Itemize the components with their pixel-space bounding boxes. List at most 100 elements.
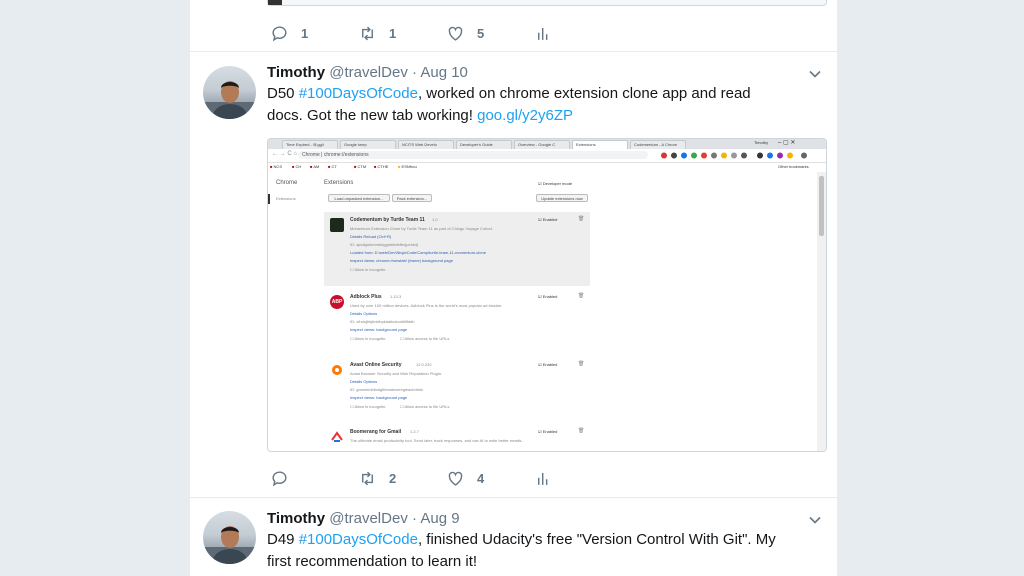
tweet-actions: 2 4 bbox=[270, 468, 830, 488]
extension-name: Avast Online Security bbox=[350, 362, 402, 368]
extension-loaded-from: Loaded from: D:\web\Dev\Ninja\Code\Camp\… bbox=[350, 250, 486, 255]
extension-version: 12.0.232 bbox=[416, 362, 432, 367]
adblock-icon: ABP bbox=[330, 295, 344, 309]
bookmark: ■ CTM bbox=[354, 164, 367, 169]
analytics-button[interactable] bbox=[534, 23, 553, 43]
extension-allow-files: ☐ Allow access to file URLs bbox=[400, 404, 450, 409]
extension-allow-files: ☐ Allow access to file URLs bbox=[400, 336, 450, 341]
trash-icon: 🗑 bbox=[578, 428, 585, 434]
bookmark: ■ NCS bbox=[270, 164, 282, 169]
extension-desc: Momentum Extension Clone by Turtle Team … bbox=[350, 226, 494, 231]
analytics-icon bbox=[538, 472, 548, 485]
avatar-photo bbox=[203, 81, 256, 119]
browser-tab: Google keep bbox=[340, 140, 396, 149]
extension-id: ID: gomekmidlodglbbmalcneegieacbdmki bbox=[350, 387, 423, 392]
extension-id: ID: cfhdojbkjhnklbpkdaibdccddilifddb bbox=[350, 319, 415, 324]
tweet-text: D50 #100DaysOfCode, worked on chrome ext… bbox=[267, 83, 787, 127]
tweet-previous[interactable]: 1 1 5 bbox=[190, 0, 837, 52]
avast-icon bbox=[332, 365, 342, 375]
extension-card: Boomerang for Gmail 1.2.7 The ultimate e… bbox=[324, 427, 590, 451]
trash-icon: 🗑 bbox=[578, 293, 585, 299]
update-extensions-button: Update extensions now bbox=[536, 194, 588, 202]
sidebar-title: Chrome bbox=[276, 180, 298, 186]
reply-button[interactable]: 1 bbox=[270, 23, 308, 43]
tweet-date[interactable]: Aug 9 bbox=[420, 510, 459, 527]
window-controls: – ▢ ✕ bbox=[778, 140, 796, 146]
tweet-actions: 1 1 5 bbox=[270, 23, 830, 43]
author-handle[interactable]: @travelDev bbox=[329, 64, 408, 81]
separator: · bbox=[412, 64, 417, 81]
extension-version: 1.2.7 bbox=[410, 429, 419, 434]
reply-button[interactable] bbox=[270, 468, 301, 488]
extension-enabled: ☑ Enabled bbox=[538, 429, 558, 434]
reply-count: 1 bbox=[301, 25, 309, 41]
browser-tab: Developer's Guide bbox=[456, 140, 512, 149]
tweet-text: D49 #100DaysOfCode, finished Udacity's f… bbox=[267, 529, 787, 573]
trash-icon: 🗑 bbox=[578, 361, 585, 367]
retweet-icon bbox=[362, 471, 373, 485]
url-link[interactable]: goo.gl/y2y6ZP bbox=[477, 107, 573, 124]
extension-allow-incognito: ☐ Allow in incognito bbox=[350, 404, 386, 409]
browser-tab: Codementum - A Chrom bbox=[630, 140, 686, 149]
tweet-media-image[interactable] bbox=[267, 0, 827, 6]
trash-icon: 🗑 bbox=[578, 216, 585, 222]
tweet-text-start: D49 bbox=[267, 531, 299, 548]
extension-name: Adblock Plus bbox=[350, 294, 382, 300]
heart-icon bbox=[448, 26, 463, 41]
extension-desc: The ultimate email productivity tool. Se… bbox=[350, 438, 523, 443]
heart-icon bbox=[448, 471, 463, 486]
page-scrollbar bbox=[817, 172, 826, 451]
retweet-button[interactable]: 1 bbox=[358, 23, 396, 43]
extension-inspect: Inspect views: background page bbox=[350, 395, 408, 400]
browser-user: Timothy bbox=[754, 140, 769, 145]
other-bookmarks: Other bookmarks bbox=[778, 164, 809, 169]
tweet-d49[interactable]: Timothy @travelDev · Aug 9 D49 #100DaysO… bbox=[190, 497, 837, 576]
extension-inspect: Inspect views: background page bbox=[350, 327, 408, 332]
browser-tabbar: Time Expired - \$ gg/i Google keep NCITS… bbox=[268, 139, 826, 149]
author-name[interactable]: Timothy bbox=[267, 64, 325, 81]
analytics-icon bbox=[538, 27, 548, 40]
avatar[interactable] bbox=[203, 511, 256, 564]
codementum-icon bbox=[330, 218, 344, 232]
browser-tab: Overview - Google C bbox=[514, 140, 570, 149]
like-button[interactable]: 4 bbox=[446, 468, 484, 488]
tweet-header: Timothy @travelDev · Aug 9 bbox=[267, 510, 460, 527]
bookmark: ■ AM bbox=[310, 164, 320, 169]
hashtag-link[interactable]: #100DaysOfCode bbox=[299, 531, 418, 548]
tweet-media-image[interactable]: Time Expired - \$ gg/i Google keep NCITS… bbox=[267, 138, 827, 452]
tweet-date[interactable]: Aug 10 bbox=[420, 64, 468, 81]
extension-card: ABP Adblock Plus 1.13.3 Used by over 100… bbox=[324, 292, 590, 354]
nav-arrows-icon: ← → C ⌂ bbox=[272, 151, 297, 157]
timeline: 1 1 5 Timothy @travelDev · Aug 10 D50 #1… bbox=[190, 0, 837, 576]
browser-toolbar: ← → C ⌂ Chrome | chrome://extensions bbox=[268, 149, 826, 163]
bookmark: ■ CT bbox=[328, 164, 337, 169]
retweet-button[interactable]: 2 bbox=[358, 468, 396, 488]
extension-desc: Avast Browser Security and Web Reputatio… bbox=[350, 371, 443, 376]
extension-card: Avast Online Security 12.0.232 Avast Bro… bbox=[324, 360, 590, 422]
chevron-down-icon[interactable] bbox=[807, 66, 823, 82]
retweet-icon bbox=[362, 26, 373, 40]
like-button[interactable]: 5 bbox=[446, 23, 484, 43]
extension-version: 1.0 bbox=[432, 217, 438, 222]
tweet-text-start: D50 bbox=[267, 85, 299, 102]
analytics-button[interactable] bbox=[534, 468, 553, 488]
sidebar-item-extensions: Extensions bbox=[276, 196, 296, 201]
author-handle[interactable]: @travelDev bbox=[329, 510, 408, 527]
chevron-down-icon[interactable] bbox=[807, 512, 823, 528]
page-title: Extensions bbox=[324, 180, 354, 186]
browser-tab: NCITS Web Develo bbox=[398, 140, 454, 149]
extension-name: Boomerang for Gmail bbox=[350, 429, 402, 435]
extension-name: Codementum by Turtle Team 11 bbox=[350, 217, 425, 223]
retweet-count: 2 bbox=[389, 470, 397, 486]
tweet-header: Timothy @travelDev · Aug 10 bbox=[267, 64, 468, 81]
hashtag-link[interactable]: #100DaysOfCode bbox=[299, 85, 418, 102]
author-name[interactable]: Timothy bbox=[267, 510, 325, 527]
extension-id: ID: ajodigmkmmbdggnbkbfefbnjpehkdj bbox=[350, 242, 419, 247]
extension-enabled: ☑ Enabled bbox=[538, 362, 558, 367]
browser-address-bar: Chrome | chrome://extensions bbox=[298, 151, 648, 159]
extension-desc: Used by over 100 million devices. Adbloc… bbox=[350, 303, 503, 308]
extension-links: Details Options bbox=[350, 311, 378, 316]
tweet-d50[interactable]: Timothy @travelDev · Aug 10 D50 #100Days… bbox=[190, 51, 837, 498]
avatar[interactable] bbox=[203, 66, 256, 119]
extension-enabled: ☑ Enabled bbox=[538, 294, 558, 299]
